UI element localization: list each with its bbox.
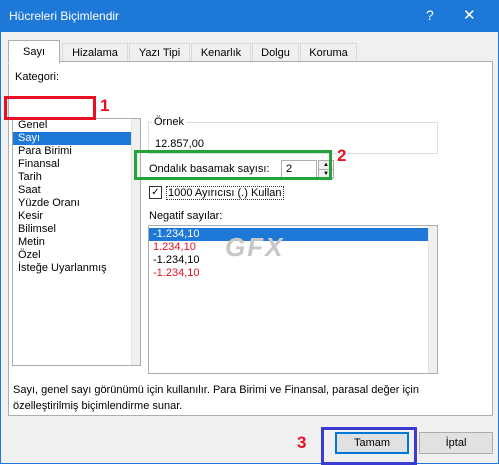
separator-checkbox[interactable]: ✓ xyxy=(149,186,162,199)
help-button[interactable]: ? xyxy=(426,7,434,23)
category-item-tarih[interactable]: Tarih xyxy=(18,171,42,184)
negative-item[interactable]: 1.234,10 xyxy=(153,241,196,254)
close-button[interactable]: ✕ xyxy=(463,6,476,24)
annotation-box-3 xyxy=(321,427,417,465)
tab-koruma[interactable]: Koruma xyxy=(300,43,357,62)
category-item-metin[interactable]: Metin xyxy=(18,236,45,249)
category-item-saat[interactable]: Saat xyxy=(18,184,41,197)
tab-sayi[interactable]: Sayı xyxy=(8,40,60,64)
category-item-genel[interactable]: Genel xyxy=(18,119,47,132)
description-text: Sayı, genel sayı görünümü için kullanılı… xyxy=(13,384,419,412)
annotation-number-2: 2 xyxy=(337,146,347,165)
category-item-ozel[interactable]: Özel xyxy=(18,249,41,262)
negative-item[interactable]: -1.234,10 xyxy=(153,254,199,267)
separator-label[interactable]: 1000 Ayırıcısı (.) Kullan xyxy=(166,186,284,200)
annotation-number-1: 1 xyxy=(100,96,110,115)
negative-scrollbar[interactable] xyxy=(428,226,437,373)
window-title: Hücreleri Biçimlendir xyxy=(9,9,120,23)
category-item-sayi[interactable]: Sayı xyxy=(13,132,135,145)
category-item-yuzde-orani[interactable]: Yüzde Oranı xyxy=(18,197,80,210)
tab-dolgu[interactable]: Dolgu xyxy=(252,43,299,62)
annotation-box-2 xyxy=(134,150,332,180)
negative-list[interactable]: -1.234,10 1.234,10 -1.234,10 -1.234,10 xyxy=(148,225,438,374)
sample-value: 12.857,00 xyxy=(155,138,204,150)
annotation-number-3: 3 xyxy=(297,433,307,452)
sample-label: Örnek xyxy=(152,116,186,128)
category-list[interactable]: Genel Sayı Para Birimi Finansal Tarih Sa… xyxy=(12,118,141,366)
category-item-para-birimi[interactable]: Para Birimi xyxy=(18,145,72,158)
category-item-finansal[interactable]: Finansal xyxy=(18,158,60,171)
tab-hizalama[interactable]: Hizalama xyxy=(62,43,128,62)
negative-item[interactable]: -1.234,10 xyxy=(153,267,199,280)
annotation-box-1 xyxy=(4,96,96,120)
tab-kenarlik[interactable]: Kenarlık xyxy=(191,43,251,62)
category-item-istege-uyarlanmis[interactable]: İsteğe Uyarlanmış xyxy=(18,262,107,275)
category-item-bilimsel[interactable]: Bilimsel xyxy=(18,223,56,236)
tab-yazi-tipi[interactable]: Yazı Tipi xyxy=(129,43,190,62)
negative-item[interactable]: -1.234,10 xyxy=(149,228,433,241)
category-label: Kategori: xyxy=(15,71,60,83)
title-bar: Hücreleri Biçimlendir ? ✕ xyxy=(0,0,499,32)
gfx-watermark: GFX xyxy=(225,232,285,262)
cancel-button[interactable]: İptal xyxy=(419,432,493,454)
negative-label: Negatif sayılar: xyxy=(149,210,223,222)
category-item-kesir[interactable]: Kesir xyxy=(18,210,43,223)
